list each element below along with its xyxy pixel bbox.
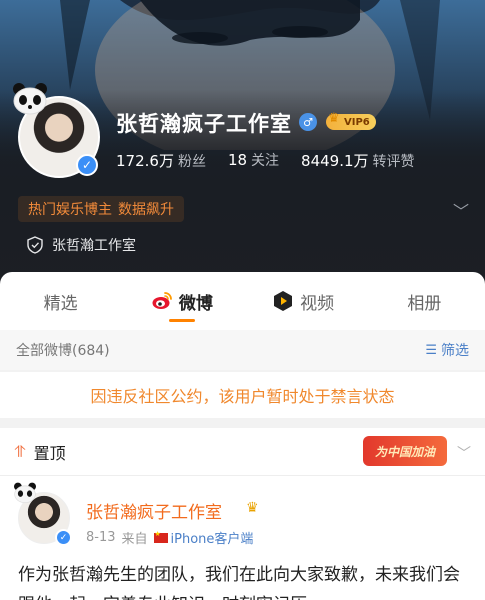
- filter-label: 筛选: [441, 343, 469, 359]
- stat-value: 18: [227, 151, 248, 169]
- post-client[interactable]: iPhone客户端: [171, 528, 254, 547]
- post-filter-bar: 全部微博(684) ☰ 筛选: [0, 330, 485, 370]
- chevron-down-icon[interactable]: ﹀: [453, 198, 469, 222]
- crown-icon: ♛: [328, 111, 340, 126]
- stat-value: 172.6万: [116, 152, 174, 170]
- stat-value: 8449.1万: [301, 152, 369, 170]
- crown-icon: ♛: [246, 500, 259, 516]
- vip-label: VIP6: [344, 116, 370, 128]
- hot-tags[interactable]: 热门娱乐博主 数据飙升: [18, 196, 184, 222]
- male-gender-icon: ♂: [299, 113, 317, 131]
- profile-avatar[interactable]: ✓: [13, 83, 100, 178]
- panda-decoration-icon: [14, 482, 36, 504]
- hot-tag-label: 数据飙升: [118, 202, 174, 218]
- post-date: 8-13: [86, 530, 116, 545]
- post-author-name[interactable]: 张哲瀚疯子工作室: [86, 498, 222, 523]
- post-body-text[interactable]: 作为张哲瀚先生的团队，我们在此向大家致歉，未来我们会跟他一起，完善专业知识，时刻…: [18, 560, 470, 600]
- hot-tag-label: 热门娱乐博主: [28, 202, 112, 218]
- campaign-badge[interactable]: 为中国加油: [363, 436, 447, 466]
- stat-following[interactable]: 18 关注: [228, 150, 279, 171]
- pin-icon: ⥣: [14, 441, 26, 461]
- pinned-post-header: ⥣ 置顶 为中国加油 ﹀: [0, 428, 485, 476]
- profile-header: ✓ 张哲瀚疯子工作室 ♂ ♛ VIP6 172.6万 粉丝 18 关注 8449.1…: [0, 0, 485, 290]
- profile-name: 张哲瀚疯子工作室: [116, 112, 292, 136]
- post-meta: 8-13 来自 iPhone客户端: [86, 528, 254, 548]
- profile-tabs: 精选 微博 视频 相册: [0, 272, 485, 330]
- stat-label: 转评赞: [372, 154, 415, 170]
- china-flag-icon: [153, 530, 168, 543]
- ban-notice-text: 因违反社区公约，该用户暂时处于禁言状态: [90, 387, 395, 406]
- filter-icon: ☰: [425, 342, 437, 358]
- tab-label: 精选: [43, 293, 78, 314]
- post-source-prefix: 来自: [121, 532, 148, 547]
- shield-icon: [27, 236, 43, 254]
- stat-followers[interactable]: 172.6万 粉丝: [116, 150, 206, 171]
- profile-stats: 172.6万 粉丝 18 关注 8449.1万 转评赞: [116, 150, 415, 171]
- verified-badge-icon: ✓: [55, 529, 72, 546]
- vip-badge[interactable]: ♛ VIP6: [326, 111, 376, 130]
- pinned-label: 置顶: [33, 443, 66, 463]
- post-avatar[interactable]: ✓: [14, 482, 72, 546]
- stat-label: 关注: [251, 153, 280, 169]
- tab-album[interactable]: 相册: [364, 272, 485, 330]
- all-posts-count[interactable]: 全部微博(684): [16, 340, 110, 360]
- chevron-down-icon[interactable]: ﹀: [457, 443, 471, 463]
- panda-decoration-icon: [13, 83, 47, 115]
- verified-badge-icon: ✓: [76, 154, 98, 176]
- tab-weibo[interactable]: 微博: [121, 272, 242, 330]
- tab-label: 相册: [407, 293, 442, 314]
- tab-video[interactable]: 视频: [243, 272, 364, 330]
- stat-label: 粉丝: [177, 154, 206, 170]
- post-card: ✓ 张哲瀚疯子工作室 ♛ 8-13 来自 iPhone客户端 作为张哲瀚先生的团…: [0, 476, 485, 600]
- studio-label: 张哲瀚工作室: [52, 238, 136, 254]
- ban-notice: 因违反社区公约，该用户暂时处于禁言状态: [0, 372, 485, 418]
- studio-link[interactable]: 张哲瀚工作室: [26, 235, 136, 255]
- stat-interactions[interactable]: 8449.1万 转评赞: [301, 150, 415, 171]
- tab-label: 微博: [178, 293, 213, 314]
- tab-label: 视频: [300, 293, 335, 314]
- weibo-icon: [152, 292, 172, 309]
- tab-featured[interactable]: 精选: [0, 272, 121, 330]
- filter-button[interactable]: ☰ 筛选: [425, 340, 469, 360]
- video-icon: [274, 291, 293, 311]
